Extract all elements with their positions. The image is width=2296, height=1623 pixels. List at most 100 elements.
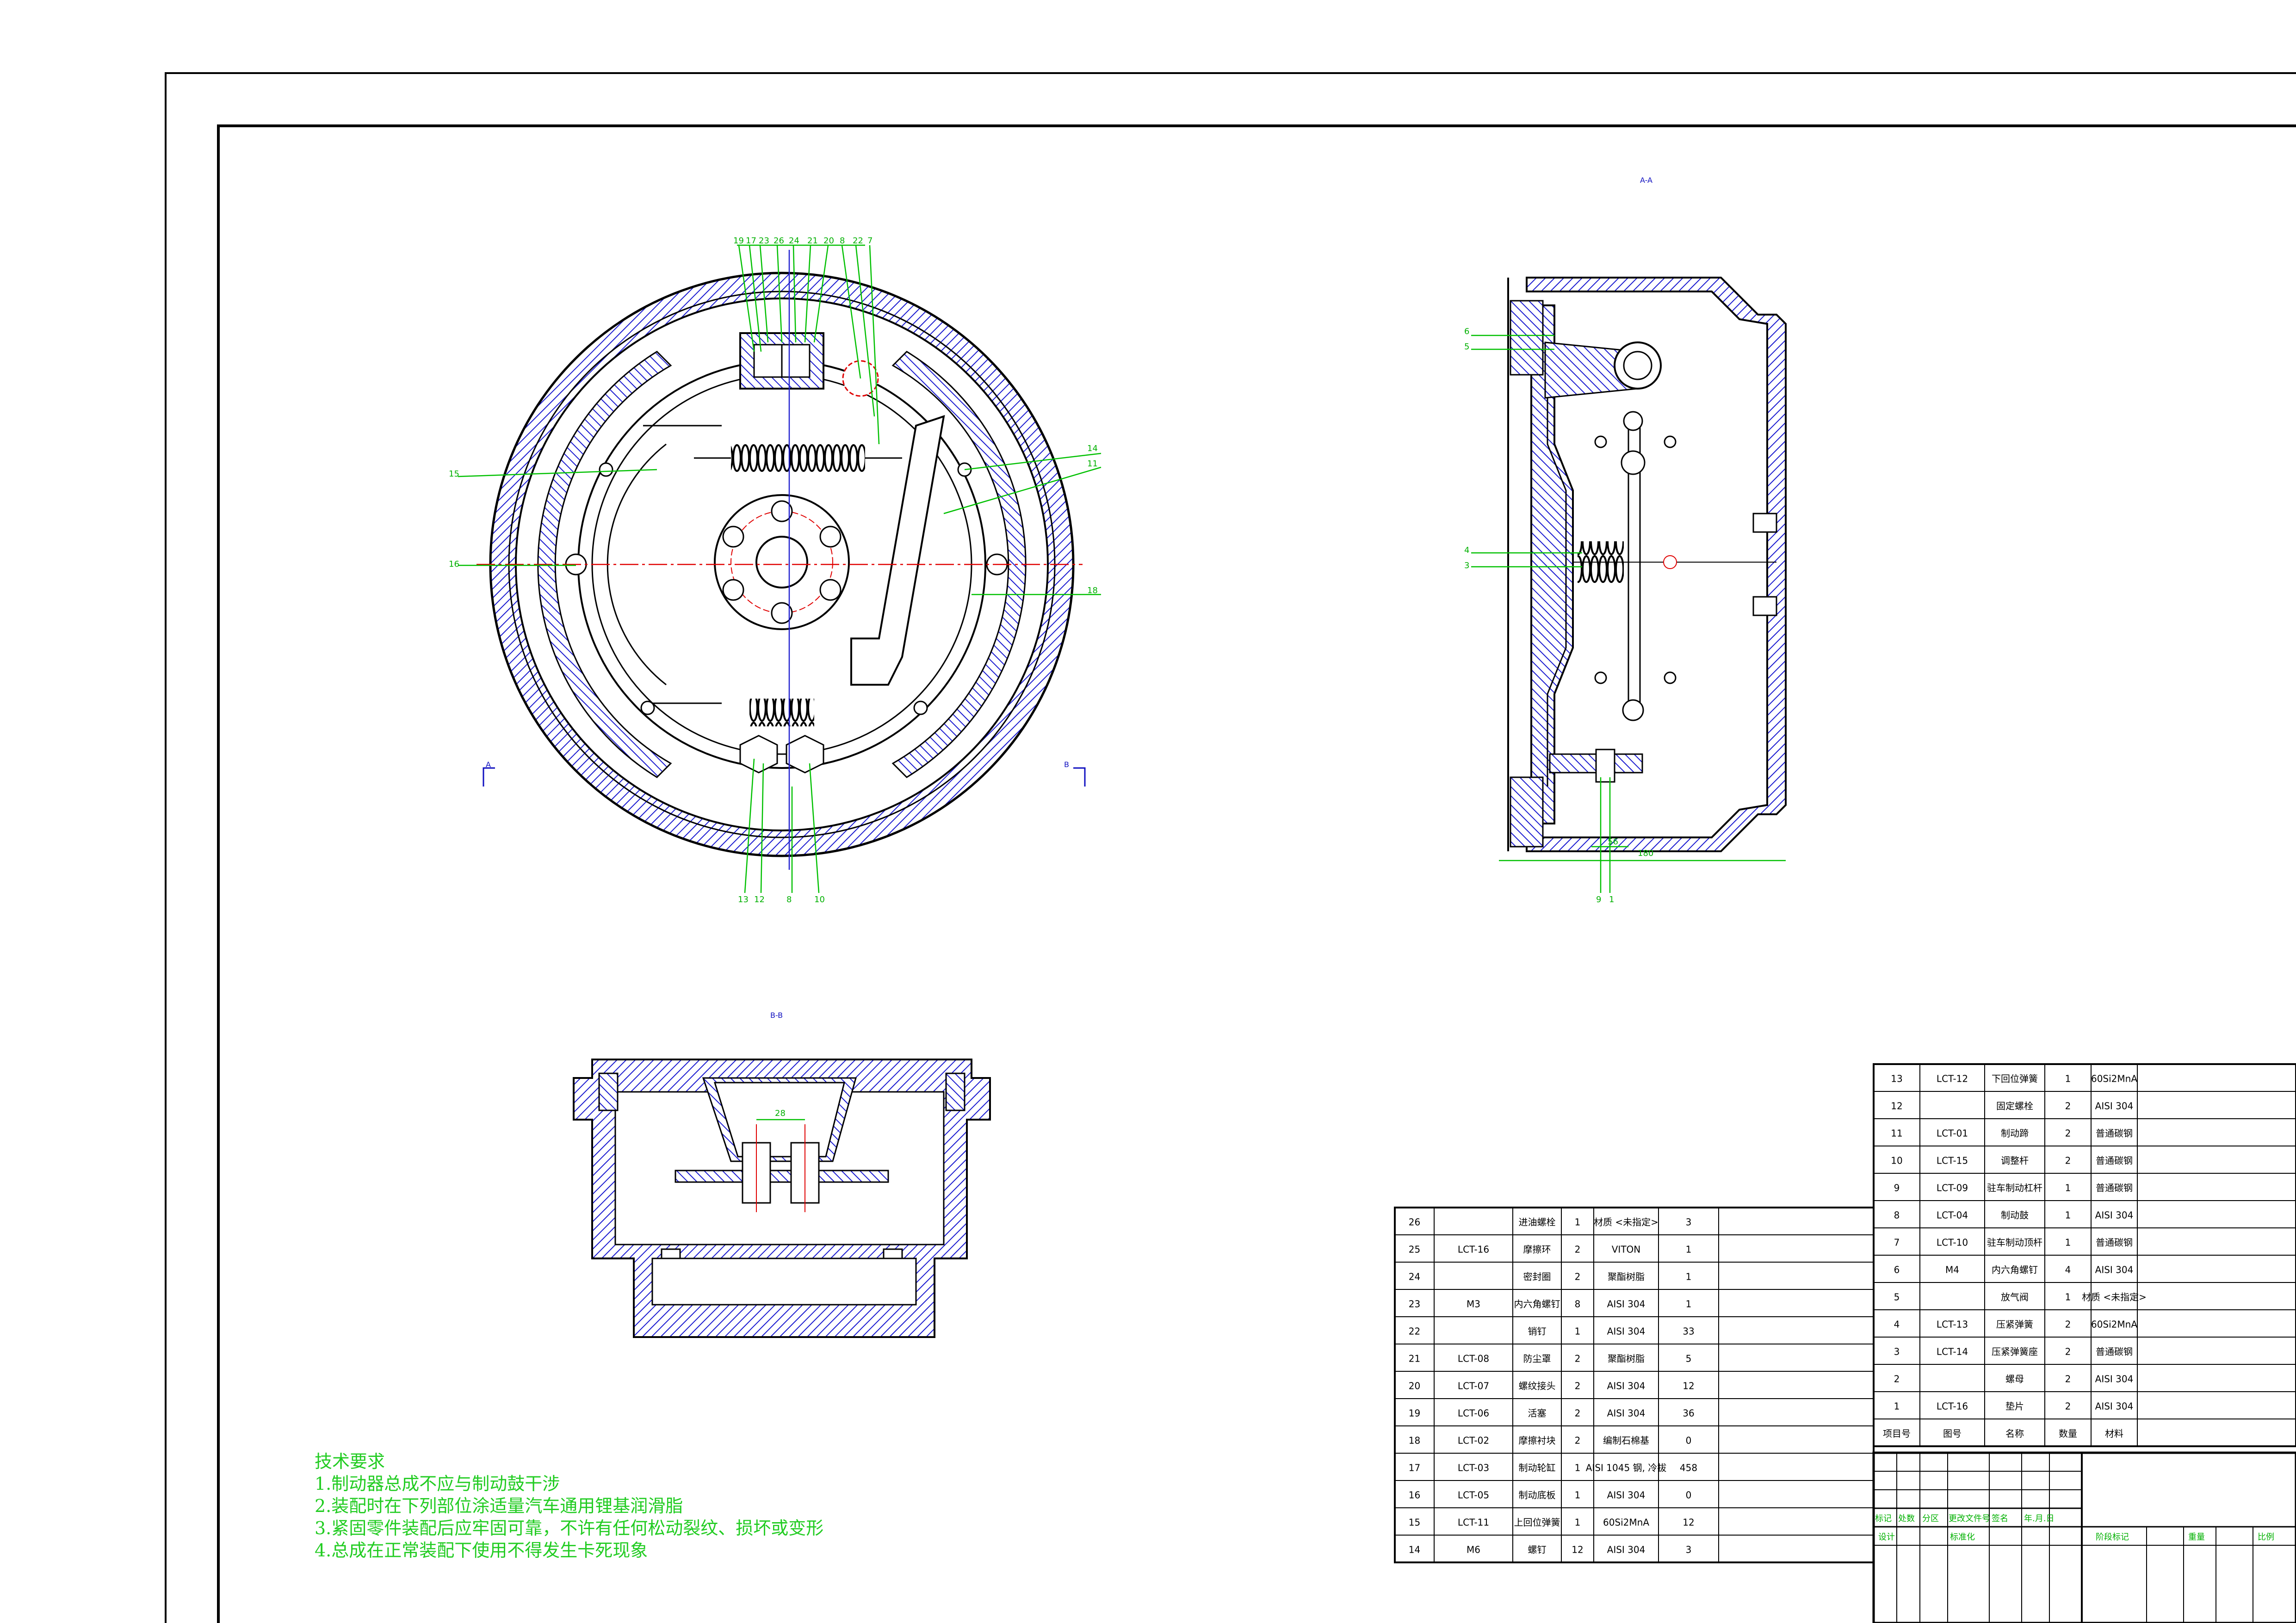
bom-cell: 2 (1575, 1353, 1581, 1364)
bom-cell: AISI 304 (2095, 1264, 2134, 1275)
bom-cell: 材质 <未指定> (2082, 1291, 2147, 1302)
bom-cell: 普通碳钢 (2096, 1346, 2133, 1357)
bom-cell: LCT-05 (1458, 1489, 1489, 1500)
svg-text:3: 3 (1464, 561, 1469, 570)
bom-cell: M4 (1945, 1264, 1959, 1275)
tech-req-item: 1.制动器总成不应与制动鼓干涉 (315, 1474, 560, 1494)
bom-cell: 18 (1409, 1435, 1420, 1446)
bom-cell: 编制石棉基 (1603, 1435, 1649, 1446)
bom-cell: 上回位弹簧 (1514, 1517, 1560, 1528)
bom-cell: AISI 304 (1607, 1544, 1646, 1555)
bom-cell: LCT-09 (1937, 1182, 1968, 1193)
bom-cell: 12 (1572, 1544, 1583, 1555)
section-view-a-a: A-A 6 5 4 3 9 1 180 56 (1464, 176, 1787, 904)
bom-cell: 聚酯树脂 (1608, 1353, 1645, 1364)
svg-text:B: B (1064, 760, 1069, 769)
bom-cell: LCT-03 (1458, 1462, 1489, 1473)
bom-cell: 1 (1575, 1462, 1581, 1473)
bom-cell: 项目号 (1883, 1428, 1911, 1439)
bom-cell: 内六角螺钉 (1514, 1298, 1560, 1309)
section-mark-left: A (483, 760, 495, 787)
svg-text:4: 4 (1464, 545, 1469, 555)
bom-cell: LCT-13 (1937, 1319, 1968, 1330)
bom-cell: LCT-12 (1937, 1073, 1968, 1084)
svg-text:更改文件号: 更改文件号 (1949, 1514, 1990, 1524)
bom-cell: 垫片 (2005, 1400, 2024, 1412)
bom-cell: 普通碳钢 (2096, 1127, 2133, 1139)
drawing-sheet: 19 17 23 26 24 21 20 8 22 7 15 16 14 11 … (165, 72, 2296, 1623)
svg-text:5: 5 (1464, 342, 1469, 352)
callout: 8 (840, 236, 845, 246)
svg-text:标准化: 标准化 (1950, 1532, 1975, 1542)
callout: 16 (449, 559, 459, 569)
bom-cell: 摩擦衬块 (1519, 1435, 1556, 1446)
svg-text:9: 9 (1596, 895, 1601, 904)
bom-cell: 下回位弹簧 (1992, 1073, 2038, 1084)
bom-cell: 60Si2MnA (1603, 1517, 1649, 1528)
bom-cell: 1 (2065, 1291, 2071, 1302)
svg-text:阶段标记: 阶段标记 (2096, 1532, 2129, 1542)
bom-cell: M6 (1467, 1544, 1480, 1555)
bom-cell: 24 (1409, 1271, 1420, 1282)
bom-cell: 1 (1686, 1271, 1692, 1282)
bom-cell: 1 (2065, 1209, 2071, 1220)
bom-cell: 14 (1409, 1544, 1420, 1555)
title-block-text: 标记 处数 分区 更改文件号 签名 年.月.日 设计 标准化 阶段标记 重量 比… (1875, 1514, 2274, 1542)
bom-cell: AISI 304 (2095, 1373, 2134, 1384)
bom-cell: 8 (1575, 1298, 1581, 1309)
bom-cell: 2 (2065, 1319, 2071, 1330)
bom-cell: 压紧弹簧座 (1992, 1346, 2038, 1357)
bom-cell: M3 (1467, 1298, 1480, 1309)
upper-return-spring (731, 444, 865, 472)
bom-cell: 1 (1575, 1489, 1581, 1500)
svg-text:6: 6 (1464, 327, 1469, 336)
bom-cell: 8 (1894, 1209, 1900, 1220)
bom-cell: 螺钉 (1528, 1544, 1547, 1555)
bom-cell: AISI 304 (2095, 1400, 2134, 1412)
bom-cell: 2 (2065, 1400, 2071, 1412)
bom-cell: 15 (1409, 1517, 1420, 1528)
bom-cell: 放气阀 (2001, 1291, 2029, 1302)
bom-cell: 4 (1894, 1319, 1900, 1330)
callout: 12 (754, 895, 765, 904)
bom-cell: 调整杆 (2001, 1155, 2029, 1166)
bom-cell: 13 (1891, 1073, 1902, 1084)
bom-cell: LCT-11 (1458, 1517, 1489, 1528)
hub-bore (755, 536, 808, 588)
bom-cell: 2 (1575, 1380, 1581, 1391)
bom-cell: 5 (1894, 1291, 1900, 1302)
bom-cell: 螺母 (2005, 1373, 2024, 1384)
bom-cell: 20 (1409, 1380, 1420, 1391)
tech-req-title: 技术要求 (315, 1451, 385, 1472)
bom-cell: 图号 (1943, 1428, 1962, 1439)
callout: 26 (774, 236, 784, 246)
top-callouts: 19 17 23 26 24 21 20 8 22 7 (733, 236, 873, 246)
bom-cell: 2 (2065, 1346, 2071, 1357)
bom-cell: 4 (2065, 1264, 2071, 1275)
bom-cell: LCT-02 (1458, 1435, 1489, 1446)
callout: 20 (823, 236, 834, 246)
callout: 24 (789, 236, 799, 246)
bom-cell: LCT-04 (1937, 1209, 1968, 1220)
bom-cell: LCT-01 (1937, 1127, 1968, 1139)
bom-cell: AISI 1045 钢, 冷拔 (1586, 1462, 1667, 1473)
bom-cell: VITON (1612, 1244, 1641, 1255)
bom-cell: 16 (1409, 1489, 1420, 1500)
bom-cell: 6 (1894, 1264, 1900, 1275)
bom-cell: 12 (1891, 1100, 1902, 1111)
bom-cell: LCT-14 (1937, 1346, 1968, 1357)
bom-cell: 10 (1891, 1155, 1902, 1166)
bom-cell: LCT-07 (1458, 1380, 1489, 1391)
callout: 19 (733, 236, 744, 246)
bom-cell: 2 (2065, 1127, 2071, 1139)
callout: 8 (786, 895, 792, 904)
bom-cell: 12 (1683, 1380, 1694, 1391)
bom-cell: 7 (1894, 1237, 1900, 1248)
bom-cell: 2 (1575, 1244, 1581, 1255)
bom-cell: 2 (1894, 1373, 1900, 1384)
bom-cell: 1 (1575, 1326, 1581, 1337)
bom-cell: 1 (1686, 1298, 1692, 1309)
bom-cell: 23 (1409, 1298, 1420, 1309)
bom-cell: 材质 <未指定> (1594, 1216, 1659, 1227)
bom-cell: 458 (1680, 1462, 1697, 1473)
